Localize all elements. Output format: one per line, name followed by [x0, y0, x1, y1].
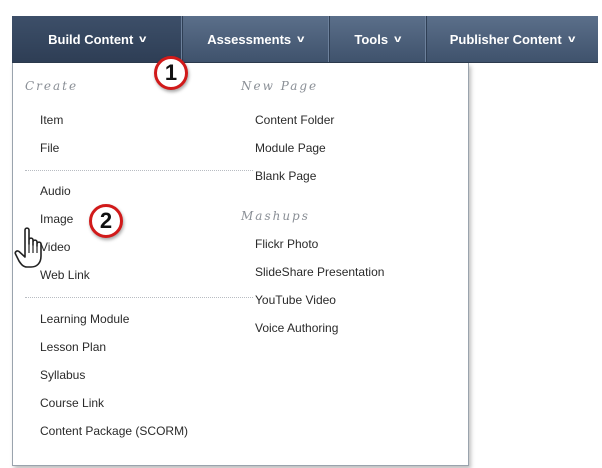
assessments-menu-button[interactable]: Assessments v [182, 16, 330, 62]
menu-item-audio[interactable]: Audio [40, 184, 71, 198]
publisher-content-menu-button[interactable]: Publisher Content v [426, 16, 598, 62]
menu-item-flickr-photo[interactable]: Flickr Photo [255, 237, 318, 251]
menu-item-content-folder[interactable]: Content Folder [255, 113, 334, 127]
chevron-down-icon: v [394, 33, 402, 45]
chevron-down-icon: v [567, 33, 576, 45]
divider [25, 170, 253, 171]
chevron-down-icon: v [139, 33, 147, 45]
build-content-label: Build Content [48, 31, 134, 47]
build-content-dropdown: Create Item File Audio Image Video Web L… [12, 63, 469, 466]
publisher-content-label: Publisher Content [449, 31, 562, 47]
menu-item-module-page[interactable]: Module Page [255, 141, 326, 155]
menu-item-image[interactable]: Image [40, 212, 73, 226]
menu-item-youtube-video[interactable]: YouTube Video [255, 293, 336, 307]
tools-menu-button[interactable]: Tools v [329, 16, 427, 62]
menu-item-course-link[interactable]: Course Link [40, 396, 104, 410]
menu-item-syllabus[interactable]: Syllabus [40, 368, 85, 382]
create-heading: Create [25, 79, 79, 93]
build-content-menu-button[interactable]: Build Content v [12, 16, 183, 62]
chevron-down-icon: v [297, 33, 305, 45]
menu-item-content-package[interactable]: Content Package (SCORM) [40, 424, 188, 438]
hand-pointer-icon [14, 227, 42, 268]
course-menu-toolbar: Build Content v Assessments v Tools v Pu… [12, 16, 598, 63]
menu-item-web-link[interactable]: Web Link [40, 268, 90, 282]
step-2-callout: 2 [89, 204, 123, 238]
menu-item-learning-module[interactable]: Learning Module [40, 312, 129, 326]
tools-label: Tools [354, 31, 389, 47]
assessments-label: Assessments [207, 31, 292, 47]
mashups-heading: Mashups [241, 209, 310, 223]
step-1-callout: 1 [154, 56, 188, 90]
menu-item-slideshare[interactable]: SlideShare Presentation [255, 265, 384, 279]
divider [25, 297, 253, 298]
menu-item-voice-authoring[interactable]: Voice Authoring [255, 321, 338, 335]
menu-item-item[interactable]: Item [40, 113, 63, 127]
new-page-heading: New Page [241, 79, 319, 93]
menu-item-file[interactable]: File [40, 141, 59, 155]
menu-item-lesson-plan[interactable]: Lesson Plan [40, 340, 106, 354]
menu-item-blank-page[interactable]: Blank Page [255, 169, 316, 183]
